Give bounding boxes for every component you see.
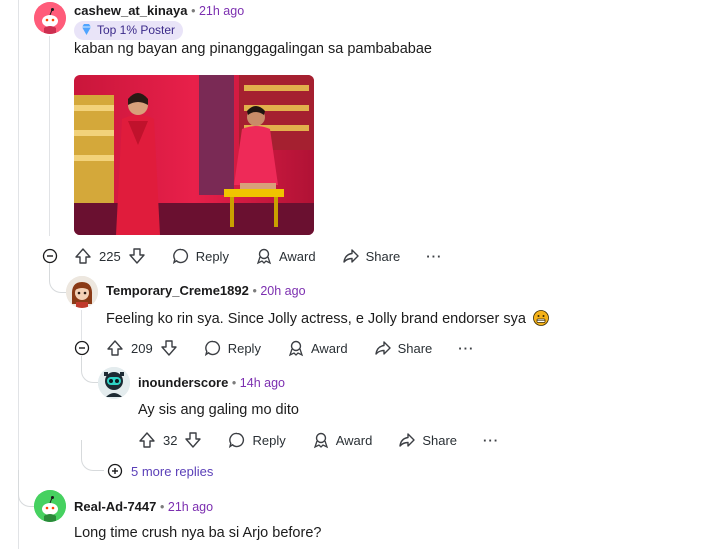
username[interactable]: cashew_at_kinaya xyxy=(74,3,187,18)
thread-connector xyxy=(81,356,100,383)
reply-button[interactable]: Reply xyxy=(172,247,229,265)
share-label: Share xyxy=(422,432,458,448)
thread-connector xyxy=(81,440,104,471)
plus-circle-icon xyxy=(107,463,123,479)
award-icon xyxy=(255,247,273,265)
grimace-emoji-icon xyxy=(533,310,549,330)
minus-circle-icon xyxy=(74,340,90,356)
more-options-button[interactable]: ··· xyxy=(483,433,499,448)
comment-body: Long time crush nya ba si Arjo before? xyxy=(74,525,322,541)
comment-actions: 225 Reply Award Share ··· xyxy=(74,245,442,267)
avatar[interactable] xyxy=(34,490,66,522)
award-label: Award xyxy=(310,340,348,356)
reply-bubble-icon xyxy=(172,247,190,265)
downvote-icon[interactable] xyxy=(128,247,146,265)
vote-count: 32 xyxy=(163,432,178,448)
more-replies-link[interactable]: 5 more replies xyxy=(107,463,213,479)
comment-author[interactable]: Real-Ad-7447 • 21h ago xyxy=(74,499,213,514)
upvote-icon[interactable] xyxy=(74,247,92,265)
avatar[interactable] xyxy=(66,276,98,308)
downvote-icon[interactable] xyxy=(160,339,178,357)
reply-button[interactable]: Reply xyxy=(228,431,286,449)
user-flair: Top 1% Poster xyxy=(74,21,184,40)
avatar-girl-icon xyxy=(66,276,98,308)
thread-connector xyxy=(18,470,35,507)
timestamp[interactable]: 21h ago xyxy=(199,4,244,18)
comment-image[interactable] xyxy=(74,75,314,235)
reply-bubble-icon xyxy=(228,431,246,449)
more-replies-label[interactable]: 5 more replies xyxy=(131,464,213,479)
downvote-icon[interactable] xyxy=(184,431,202,449)
thread-line-comment-1[interactable] xyxy=(49,36,50,236)
reply-bubble-icon xyxy=(204,339,222,357)
share-button[interactable]: Share xyxy=(342,247,401,265)
reply-label: Reply xyxy=(227,340,261,356)
comment-author[interactable]: Temporary_Creme1892 • 20h ago xyxy=(106,283,306,298)
more-options-button[interactable]: ··· xyxy=(458,341,474,356)
snoo-avatar-icon xyxy=(34,2,66,34)
timestamp[interactable]: 20h ago xyxy=(260,284,305,298)
timestamp[interactable]: 14h ago xyxy=(240,376,285,390)
collapse-thread-button[interactable] xyxy=(42,248,58,264)
share-label: Share xyxy=(365,248,401,264)
award-label: Award xyxy=(278,248,316,264)
upvote-icon[interactable] xyxy=(106,339,124,357)
avatar[interactable] xyxy=(98,367,130,399)
username[interactable]: inounderscore xyxy=(138,375,228,390)
thread-line-comment-2[interactable] xyxy=(81,310,82,340)
collapse-thread-button[interactable] xyxy=(74,340,90,356)
snoo-avatar-icon xyxy=(34,490,66,522)
comment-actions: 32 Reply Award Share ··· xyxy=(138,429,499,451)
comment-author[interactable]: cashew_at_kinaya • 21h ago xyxy=(74,3,244,18)
avatar-robot-icon xyxy=(98,367,130,399)
share-button[interactable]: Share xyxy=(398,431,457,449)
share-arrow-icon xyxy=(342,247,360,265)
comment-body: Feeling ko rin sya. Since Jolly actress,… xyxy=(106,310,549,330)
photo-two-women-in-red xyxy=(74,75,314,235)
diamond-icon xyxy=(80,23,93,40)
award-button[interactable]: Award xyxy=(312,431,373,449)
award-button[interactable]: Award xyxy=(287,339,348,357)
vote-count: 225 xyxy=(99,248,121,264)
comment-actions: 209 Reply Award Share ··· xyxy=(106,337,474,359)
share-label: Share xyxy=(397,340,433,356)
share-arrow-icon xyxy=(398,431,416,449)
thread-line-root[interactable] xyxy=(18,0,19,549)
username[interactable]: Temporary_Creme1892 xyxy=(106,283,249,298)
award-icon xyxy=(312,431,330,449)
award-button[interactable]: Award xyxy=(255,247,316,265)
more-options-button[interactable]: ··· xyxy=(426,249,442,264)
award-label: Award xyxy=(335,432,373,448)
upvote-icon[interactable] xyxy=(138,431,156,449)
award-icon xyxy=(287,339,305,357)
reply-button[interactable]: Reply xyxy=(204,339,261,357)
timestamp[interactable]: 21h ago xyxy=(168,500,213,514)
comment-author[interactable]: inounderscore • 14h ago xyxy=(138,375,285,390)
comment-body: Ay sis ang galing mo dito xyxy=(138,402,299,418)
username[interactable]: Real-Ad-7447 xyxy=(74,499,156,514)
share-button[interactable]: Share xyxy=(374,339,433,357)
comment-body: kaban ng bayan ang pinanggagalingan sa p… xyxy=(74,41,432,57)
vote-count: 209 xyxy=(131,340,153,356)
comment-text: Feeling ko rin sya. Since Jolly actress,… xyxy=(106,311,526,327)
avatar[interactable] xyxy=(34,2,66,34)
reply-label: Reply xyxy=(252,432,286,448)
flair-label: Top 1% Poster xyxy=(97,23,176,37)
share-arrow-icon xyxy=(374,339,392,357)
thread-connector xyxy=(49,262,68,293)
reply-label: Reply xyxy=(195,248,229,264)
minus-circle-icon xyxy=(42,248,58,264)
